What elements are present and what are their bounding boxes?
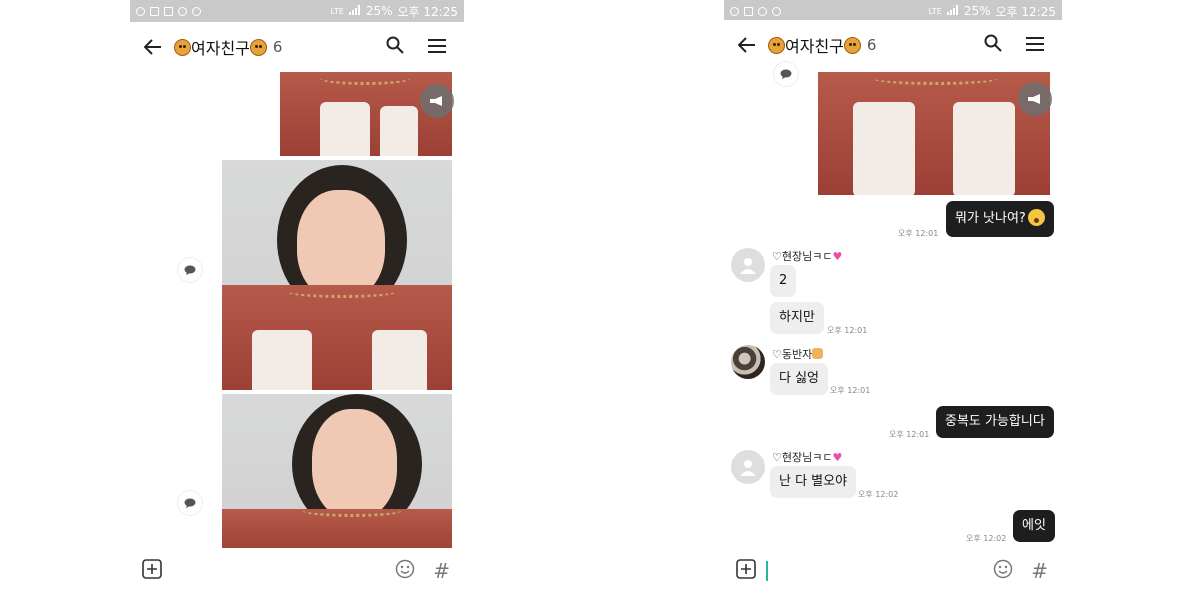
battery-text: 25%: [963, 4, 991, 18]
comment-button[interactable]: [774, 62, 798, 86]
hashtag-search-button[interactable]: #: [1031, 559, 1048, 583]
share-button[interactable]: [1018, 82, 1052, 116]
clock-text: 오후 12:25: [995, 4, 1056, 19]
clock-text: 오후 12:25: [397, 4, 458, 19]
search-icon[interactable]: [386, 36, 404, 58]
network-label: LTE: [330, 6, 344, 16]
message-time: 오후 12:01: [898, 229, 939, 238]
member-count: 6: [866, 36, 877, 54]
incoming-message: 다 싫엉: [770, 363, 829, 395]
chat-input-bar: #: [724, 548, 1062, 594]
monkey-emoji-icon: [249, 38, 267, 56]
comment-icon: [780, 69, 792, 79]
menu-icon[interactable]: [428, 38, 446, 57]
comment-icon: [184, 498, 196, 508]
shocked-emoji-icon: [1027, 209, 1045, 226]
outgoing-message: 뭐가 낫나여?: [946, 201, 1054, 237]
avatar[interactable]: [731, 450, 765, 484]
message-time: 오후 12:02: [966, 534, 1007, 543]
back-arrow-icon[interactable]: [142, 36, 164, 58]
chat-header: 여자친구 6: [130, 22, 464, 72]
status-bar: LTE 25% 오후 12:25: [724, 0, 1062, 22]
avatar[interactable]: [731, 248, 765, 282]
signal-icon: [946, 4, 959, 18]
menu-icon[interactable]: [1026, 36, 1044, 55]
chat-input-bar: #: [130, 548, 464, 594]
network-label: LTE: [928, 6, 942, 16]
outgoing-message: 중복도 가능합니다: [936, 406, 1054, 438]
emoticon-icon[interactable]: [993, 559, 1013, 583]
comment-icon: [184, 265, 196, 275]
hashtag-search-button[interactable]: #: [433, 559, 450, 583]
heart-emoji-icon: ♥: [832, 250, 843, 263]
right-chat-screen: LTE 25% 오후 12:25 여자친구 6 오후 12:01 뭐가 낫나여?…: [724, 0, 1062, 594]
emoticon-icon[interactable]: [395, 559, 415, 583]
message-time: 오후 12:02: [858, 490, 899, 499]
battery-text: 25%: [365, 4, 393, 18]
monkey-emoji-icon: [843, 36, 861, 54]
incoming-message: 난 다 별오야: [770, 466, 857, 498]
people-emoji-icon: [812, 348, 824, 359]
share-button[interactable]: [420, 84, 454, 118]
chat-header: 여자친구 6: [724, 20, 1062, 70]
plus-icon[interactable]: [736, 559, 756, 583]
left-chat-screen: LTE 25% 오후 12:25 여자친구 6 #: [130, 0, 464, 594]
chat-room-name: 여자친구: [191, 39, 250, 58]
monkey-emoji-icon: [768, 36, 785, 54]
chat-photo[interactable]: [222, 394, 452, 550]
heart-emoji-icon: ♥: [832, 451, 843, 464]
sender-name: ♡현장님ㅋㄷ♥: [772, 451, 843, 464]
chat-photo[interactable]: [222, 160, 452, 390]
chat-room-name: 여자친구: [785, 37, 844, 56]
status-bar: LTE 25% 오후 12:25: [130, 0, 464, 22]
notification-icons: [136, 6, 201, 16]
person-icon: [740, 460, 756, 476]
signal-icon: [348, 4, 361, 18]
search-icon[interactable]: [984, 34, 1002, 56]
person-icon: [740, 258, 756, 274]
chat-photo[interactable]: [818, 72, 1050, 195]
incoming-message: 하지만: [770, 302, 824, 334]
sender-name: ♡동반자: [772, 346, 824, 362]
share-icon: [430, 96, 442, 106]
back-arrow-icon[interactable]: [736, 34, 758, 56]
message-time: 오후 12:01: [827, 326, 868, 335]
notification-icons: [730, 6, 781, 16]
chat-title[interactable]: 여자친구 6: [174, 35, 282, 59]
comment-button[interactable]: [178, 491, 202, 515]
avatar[interactable]: [731, 345, 765, 379]
member-count: 6: [272, 38, 283, 56]
monkey-emoji-icon: [174, 38, 191, 56]
message-time: 오후 12:01: [830, 386, 871, 395]
text-cursor[interactable]: [766, 561, 768, 581]
comment-button[interactable]: [178, 258, 202, 282]
chat-title[interactable]: 여자친구 6: [768, 33, 876, 57]
plus-icon[interactable]: [142, 559, 162, 583]
message-time: 오후 12:01: [889, 430, 930, 439]
outgoing-message: 에잇: [1013, 510, 1055, 542]
message-text: 뭐가 낫나여?: [955, 211, 1026, 226]
sender-name: ♡현장님ㅋㄷ♥: [772, 250, 843, 263]
share-icon: [1028, 94, 1040, 104]
incoming-message: 2: [770, 265, 797, 297]
